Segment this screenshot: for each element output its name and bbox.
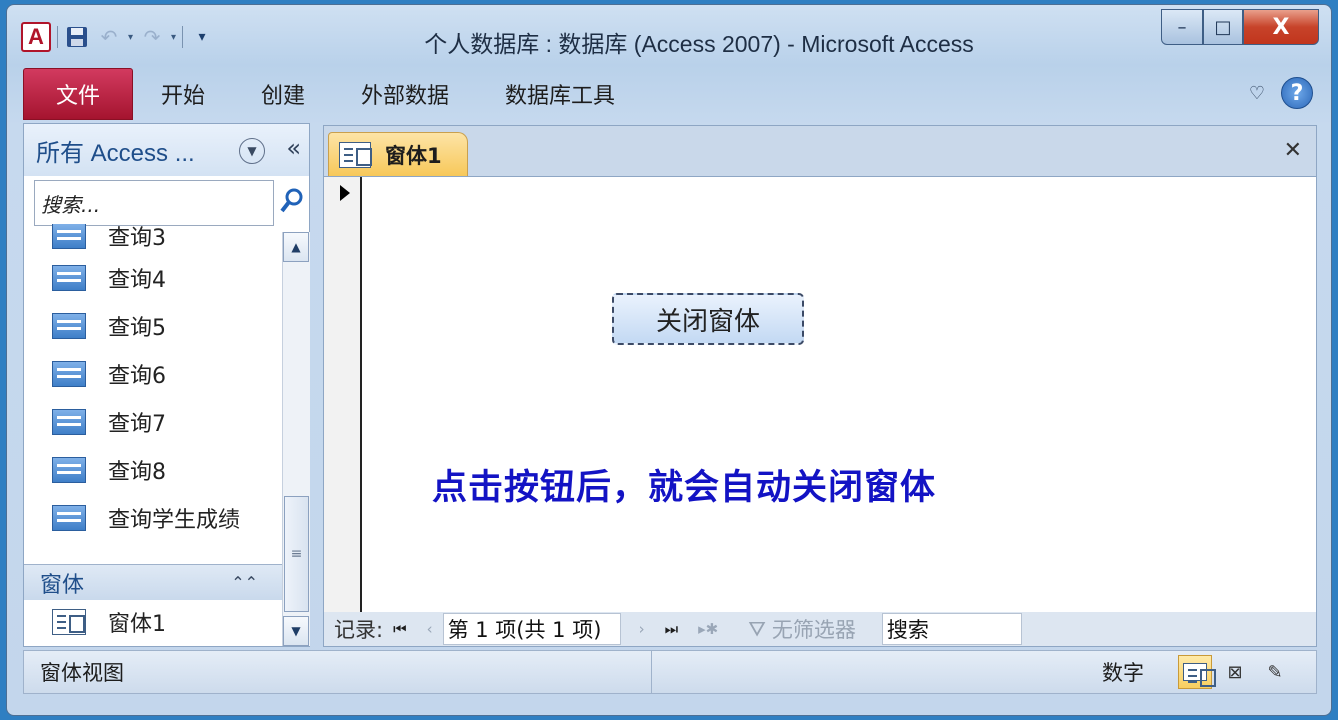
query-icon bbox=[52, 361, 86, 387]
list-item[interactable]: 查询3 bbox=[24, 224, 282, 254]
close-form-button[interactable]: 关闭窗体 bbox=[612, 293, 804, 345]
nav-scrollbar[interactable]: ▲ ≡ ▼ bbox=[282, 232, 310, 646]
nav-dropdown-icon[interactable]: ▼ bbox=[239, 138, 265, 164]
ribbon-right-controls: ♡ ? bbox=[1249, 77, 1313, 109]
filter-label: 无筛选器 bbox=[771, 618, 856, 642]
form-view-button[interactable] bbox=[1178, 655, 1216, 689]
maximize-button[interactable]: □ bbox=[1203, 9, 1243, 45]
view-switcher: ⊠ ✎ bbox=[1178, 655, 1292, 689]
close-document-icon[interactable]: ✕ bbox=[1284, 138, 1302, 163]
tab-form1[interactable]: 窗体1 bbox=[328, 132, 468, 176]
form-canvas: 关闭窗体 点击按钮后，就会自动关闭窗体 bbox=[324, 176, 1316, 613]
status-bar: 窗体视图 数字 ⊠ ✎ bbox=[23, 650, 1317, 694]
instruction-label: 点击按钮后，就会自动关闭窗体 bbox=[432, 467, 937, 508]
list-item[interactable]: 查询5 bbox=[24, 302, 282, 350]
query-icon bbox=[52, 313, 86, 339]
record-search-input[interactable]: 搜索 bbox=[881, 613, 1022, 645]
list-item[interactable]: 查询8 bbox=[24, 446, 282, 494]
scroll-down-button[interactable]: ▼ bbox=[283, 616, 309, 646]
tab-create[interactable]: 创建 bbox=[233, 68, 333, 120]
search-icon[interactable] bbox=[280, 188, 304, 220]
document-area: 窗体1 ✕ 关闭窗体 点击按钮后，就会自动关闭窗体 记录: ⏮ ‹ 第 1 项(… bbox=[323, 125, 1317, 647]
title-bar: A ↶ ▾ ↷ ▾ ▾ 个人数据库 : 数据库 (Access 2007) - … bbox=[7, 5, 1331, 65]
previous-record-icon[interactable]: ‹ bbox=[427, 620, 433, 638]
ribbon-tabs: 文件 开始 创建 外部数据 数据库工具 bbox=[23, 67, 643, 121]
tab-home[interactable]: 开始 bbox=[133, 68, 233, 120]
current-record-field[interactable]: 第 1 项(共 1 项) bbox=[442, 613, 621, 645]
scroll-thumb[interactable]: ≡ bbox=[284, 496, 309, 612]
design-view-button[interactable]: ✎ bbox=[1258, 655, 1292, 689]
query-icon bbox=[52, 224, 86, 249]
status-view-label: 窗体视图 bbox=[24, 651, 652, 693]
nav-search-input[interactable]: 搜索... bbox=[34, 180, 274, 226]
nav-pane-title: 所有 Access ... bbox=[36, 139, 195, 167]
nav-pane-header[interactable]: 所有 Access ... ▼ « bbox=[24, 124, 309, 176]
record-label: 记录: bbox=[334, 618, 384, 642]
last-record-icon[interactable]: ⏭ bbox=[665, 620, 679, 638]
first-record-icon[interactable]: ⏮ bbox=[393, 620, 407, 638]
item-label: 查询8 bbox=[108, 460, 166, 485]
record-navigation-bar: 记录: ⏮ ‹ 第 1 项(共 1 项) › ⏭ ▸✱ ⛛ 无筛选器 搜索 bbox=[324, 612, 1316, 646]
item-label: 查询学生成绩 bbox=[108, 508, 241, 533]
num-lock-indicator: 数字 bbox=[1102, 661, 1144, 685]
access-window: A ↶ ▾ ↷ ▾ ▾ 个人数据库 : 数据库 (Access 2007) - … bbox=[6, 4, 1332, 716]
nav-collapse-icon[interactable]: « bbox=[286, 134, 301, 162]
form-icon bbox=[52, 609, 86, 635]
ribbon-expand-icon[interactable]: ♡ bbox=[1249, 83, 1265, 104]
record-selector[interactable] bbox=[324, 177, 362, 613]
window-controls: – □ X bbox=[1161, 9, 1319, 45]
query-icon bbox=[52, 265, 86, 291]
tab-label: 窗体1 bbox=[385, 143, 442, 168]
tab-file[interactable]: 文件 bbox=[23, 68, 133, 120]
list-item[interactable]: 查询6 bbox=[24, 350, 282, 398]
list-item[interactable]: 查询学生成绩 bbox=[24, 494, 282, 542]
query-icon bbox=[52, 409, 86, 435]
group-label: 窗体 bbox=[40, 572, 85, 598]
navigation-pane: 所有 Access ... ▼ « 搜索... 查询3 查询4 查询5 查询6 … bbox=[23, 123, 310, 647]
filter-status[interactable]: ⛛ 无筛选器 bbox=[748, 614, 856, 644]
list-item[interactable]: 查询4 bbox=[24, 254, 282, 302]
window-title: 个人数据库 : 数据库 (Access 2007) - Microsoft Ac… bbox=[424, 31, 974, 57]
list-item[interactable]: 查询7 bbox=[24, 398, 282, 446]
filter-icon: ⛛ bbox=[748, 616, 766, 641]
list-item[interactable]: 窗体1 bbox=[24, 602, 282, 642]
query-icon bbox=[52, 457, 86, 483]
item-label: 窗体1 bbox=[108, 612, 166, 637]
nav-object-list: 查询3 查询4 查询5 查询6 查询7 查询8 查询学生成绩 bbox=[24, 224, 282, 560]
new-record-icon[interactable]: ▸✱ bbox=[698, 620, 718, 638]
next-record-icon[interactable]: › bbox=[639, 620, 645, 638]
minimize-button[interactable]: – bbox=[1161, 9, 1203, 45]
item-label: 查询4 bbox=[108, 268, 166, 293]
item-label: 查询3 bbox=[108, 226, 166, 251]
collapse-group-icon[interactable]: ⌃⌃ bbox=[231, 573, 258, 592]
tab-database-tools[interactable]: 数据库工具 bbox=[477, 68, 643, 120]
layout-view-button[interactable]: ⊠ bbox=[1218, 655, 1252, 689]
form-icon bbox=[339, 141, 372, 168]
item-label: 查询6 bbox=[108, 364, 166, 389]
item-label: 查询7 bbox=[108, 412, 166, 437]
form-view-icon bbox=[1183, 663, 1216, 687]
nav-group-forms[interactable]: 窗体 ⌃⌃ bbox=[24, 564, 282, 600]
tab-external-data[interactable]: 外部数据 bbox=[333, 68, 477, 120]
query-icon bbox=[52, 505, 86, 531]
forms-list: 窗体1 bbox=[24, 602, 282, 642]
item-label: 查询5 bbox=[108, 316, 166, 341]
help-icon[interactable]: ? bbox=[1281, 77, 1313, 109]
scroll-up-button[interactable]: ▲ bbox=[283, 232, 309, 262]
close-button[interactable]: X bbox=[1243, 9, 1319, 45]
